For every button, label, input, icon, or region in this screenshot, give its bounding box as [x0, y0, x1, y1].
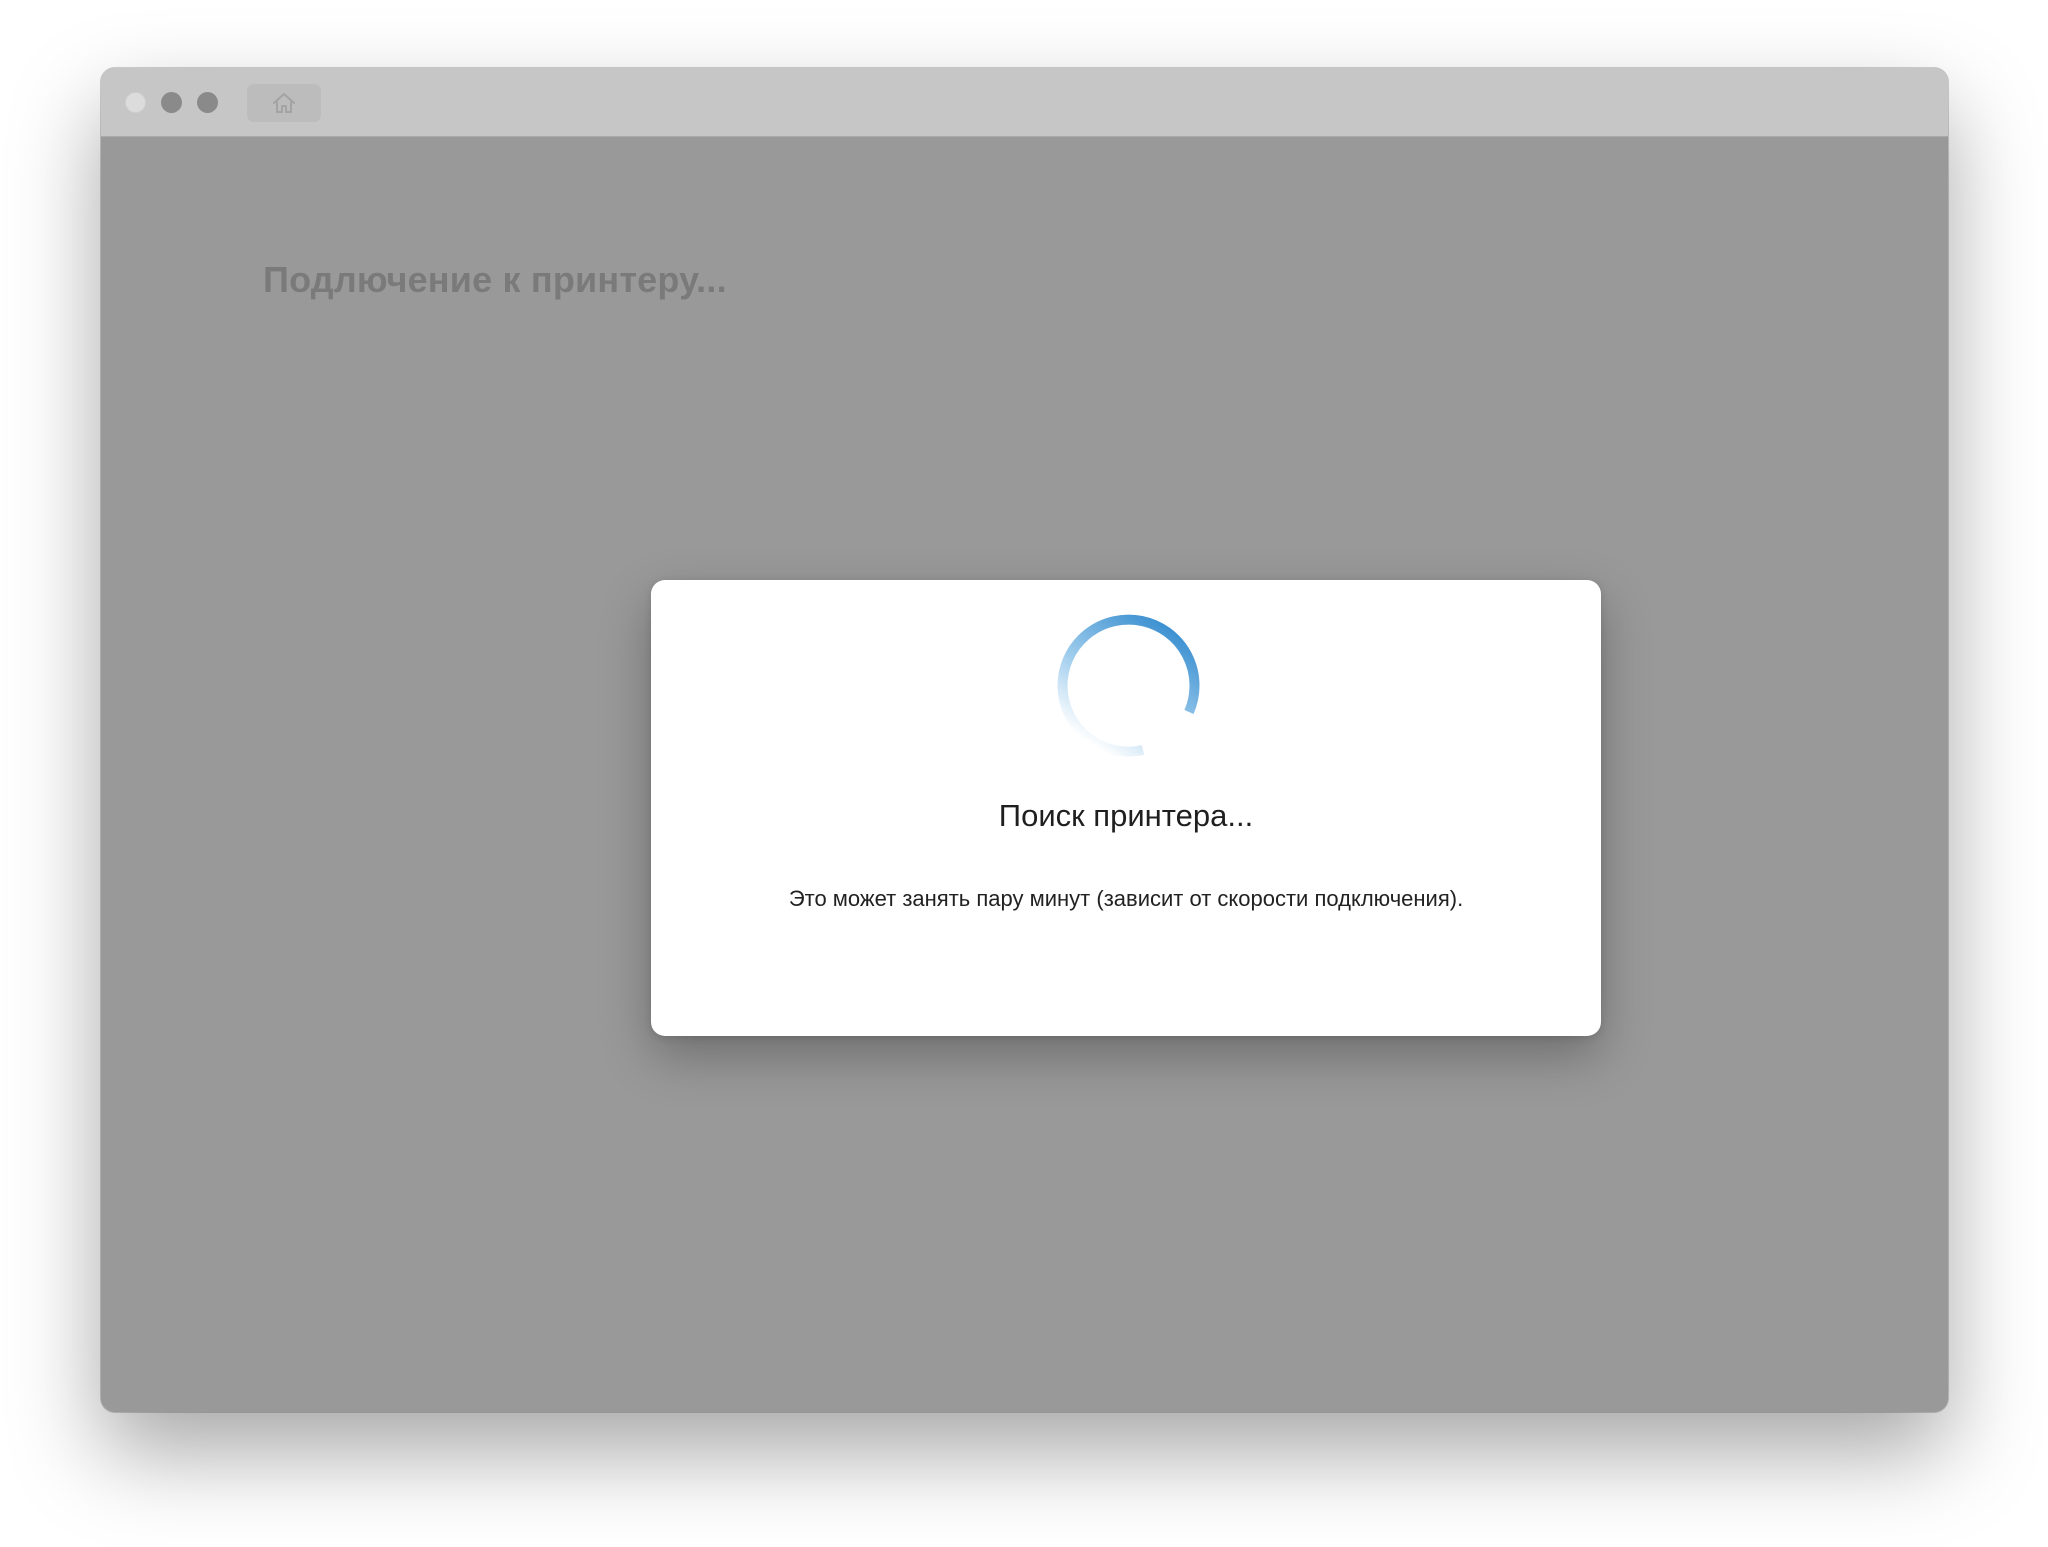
app-window: Подлючение к принтеру... Поиск принтера.…	[101, 68, 1948, 1412]
title-bar	[101, 68, 1948, 137]
dialog-title: Поиск принтера...	[998, 798, 1254, 833]
dialog-message: Это может занять пару минут (зависит от …	[788, 886, 1464, 911]
searching-dialog: Поиск принтера... Это может занять пару …	[651, 580, 1601, 1036]
minimize-window-button[interactable]	[161, 92, 182, 113]
home-icon	[273, 93, 295, 113]
loading-spinner-icon	[1057, 614, 1200, 757]
page-title: Подлючение к принтеру...	[263, 259, 727, 300]
close-window-button[interactable]	[125, 92, 146, 113]
home-button[interactable]	[247, 84, 321, 122]
zoom-window-button[interactable]	[197, 92, 218, 113]
